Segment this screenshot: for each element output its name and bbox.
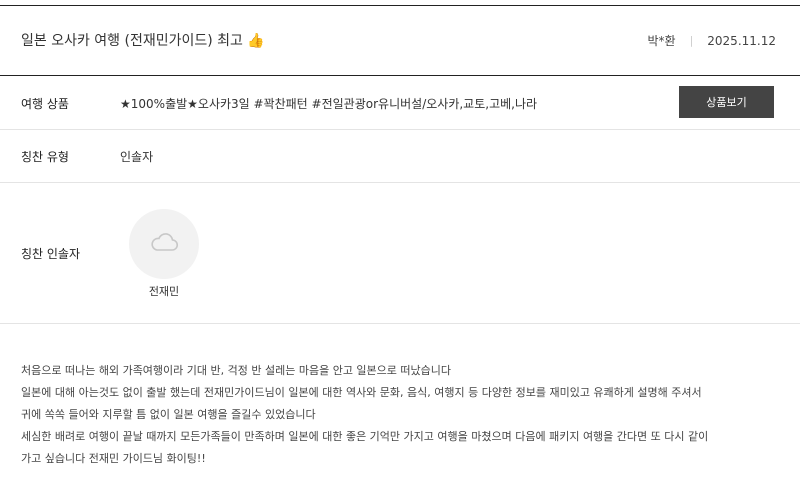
review-line: 일본에 대해 아는것도 없이 출발 했는데 전재민가이드님이 일본에 대한 역사…	[21, 386, 702, 399]
row-divider	[0, 323, 800, 324]
top-border	[0, 5, 800, 6]
row-divider	[0, 182, 800, 183]
praise-guide-label: 칭찬 인솔자	[21, 247, 81, 261]
meta-divider: |	[689, 34, 694, 47]
review-date: 2025.11.12	[707, 33, 776, 48]
review-meta: 박*환 | 2025.11.12	[647, 32, 776, 49]
review-line: 귀에 쏙쏙 들어와 지루할 틈 없이 일본 여행을 즐길수 있었습니다	[21, 408, 316, 421]
product-label: 여행 상품	[21, 97, 69, 111]
guide-avatar	[129, 209, 199, 279]
row-divider	[0, 129, 800, 130]
author-name: 박*환	[647, 34, 676, 48]
review-detail: 일본 오사카 여행 (전재민가이드) 최고 👍 박*환 | 2025.11.12…	[0, 0, 800, 488]
praise-type-label: 칭찬 유형	[21, 150, 69, 164]
cloud-icon	[148, 231, 180, 257]
review-title: 일본 오사카 여행 (전재민가이드) 최고 👍	[21, 33, 265, 49]
review-body: 처음으로 떠나는 해외 가족여행이라 기대 반, 걱정 반 설레는 마음을 안고…	[21, 360, 781, 470]
review-line: 처음으로 떠나는 해외 가족여행이라 기대 반, 걱정 반 설레는 마음을 안고…	[21, 364, 452, 377]
product-value: ★100%출발★오사카3일 #꽉찬패턴 #전일관광or유니버설/오사카,교토,고…	[120, 97, 538, 111]
view-product-button[interactable]: 상품보기	[679, 86, 774, 118]
review-line: 세심한 배려로 여행이 끝날 때까지 모든가족들이 만족하며 일본에 대한 좋은…	[21, 430, 709, 443]
header-divider	[0, 75, 800, 76]
guide-name: 전재민	[148, 285, 180, 298]
review-line: 가고 싶습니다 전재민 가이드님 화이팅!!	[21, 452, 206, 465]
praise-type-value: 인솔자	[120, 150, 154, 164]
